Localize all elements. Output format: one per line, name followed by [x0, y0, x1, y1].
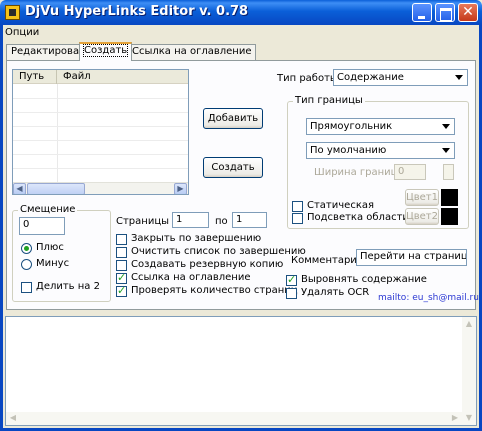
remove-ocr-label: Удалять OCR — [301, 287, 370, 298]
output-textarea[interactable]: ▲ ▼ ◀ ▶ — [5, 316, 477, 426]
pages-from-field[interactable]: 1 — [172, 212, 209, 228]
border-width-label: Ширина границы — [314, 167, 406, 178]
backup-label: Создавать резервную копию — [131, 259, 284, 270]
pages-from-label: Страницы с — [116, 216, 178, 227]
border-type-title: Тип границы — [293, 95, 365, 106]
list-header: Путь Файл — [13, 70, 188, 84]
scroll-right-icon[interactable]: ▶ — [450, 413, 460, 423]
app-icon — [5, 5, 20, 20]
comment-label: Комментарий — [291, 255, 364, 266]
static-checkbox[interactable] — [292, 201, 303, 212]
scroll-left-icon[interactable]: ◀ — [8, 413, 18, 423]
column-path[interactable]: Путь — [13, 70, 57, 84]
color1-button[interactable]: Цвет1 — [405, 189, 439, 206]
output-vertical-scrollbar[interactable]: ▲ ▼ — [462, 317, 476, 425]
links-list[interactable]: Путь Файл ◀ ▶ — [12, 69, 189, 195]
scroll-up-icon[interactable]: ▲ — [464, 319, 474, 329]
maximize-button[interactable] — [435, 3, 455, 22]
border-width-spinner[interactable] — [443, 164, 454, 180]
color2-swatch[interactable] — [441, 208, 458, 225]
align-contents-checkbox[interactable] — [286, 273, 297, 286]
contact-email-link[interactable]: mailto: eu_sh@mail.ru — [378, 293, 479, 303]
color2-button[interactable]: Цвет2 — [405, 208, 439, 225]
menu-bar — [3, 25, 479, 39]
backup-checkbox[interactable] — [116, 260, 127, 271]
menu-options[interactable]: Опции — [5, 27, 39, 38]
comment-field[interactable]: Перейти на страницу — [356, 249, 467, 266]
close-button[interactable]: ✕ — [458, 3, 478, 22]
tab-toc-link[interactable]: Ссылка на оглавление — [127, 44, 257, 60]
check-page-count-checkbox[interactable] — [116, 284, 127, 297]
create-button[interactable]: Создать — [203, 157, 263, 178]
list-grid-line — [13, 112, 188, 113]
list-grid-line — [13, 154, 188, 155]
output-horizontal-scrollbar[interactable]: ◀ ▶ — [6, 412, 462, 425]
pages-to-label: по — [215, 216, 228, 227]
list-grid-line — [13, 140, 188, 141]
work-type-value: Содержание — [337, 72, 404, 83]
minimize-button[interactable] — [412, 3, 432, 22]
border-style-select[interactable]: По умолчанию — [306, 142, 455, 159]
list-grid-line — [13, 98, 188, 99]
work-type-select[interactable]: Содержание — [333, 69, 468, 86]
window-frame-left — [0, 25, 3, 431]
plus-radio[interactable] — [21, 243, 32, 254]
pages-to-field[interactable]: 1 — [232, 212, 267, 228]
window-title: DjVu HyperLinks Editor v. 0.78 — [25, 4, 249, 19]
border-shape-select[interactable]: Прямоугольник — [306, 118, 455, 135]
static-label: Статическая — [307, 200, 375, 211]
chevron-down-icon[interactable] — [439, 119, 454, 134]
color1-swatch[interactable] — [441, 189, 458, 206]
scroll-thumb[interactable] — [27, 183, 85, 194]
list-grid-line — [13, 126, 188, 127]
clear-list-checkbox[interactable] — [116, 247, 127, 258]
highlight-area-checkbox[interactable] — [292, 213, 303, 224]
list-horizontal-scrollbar[interactable]: ◀ ▶ — [13, 182, 188, 194]
clear-list-label: Очистить список по завершению — [131, 246, 306, 257]
scroll-down-icon[interactable]: ▼ — [464, 413, 474, 423]
chevron-down-icon[interactable] — [439, 143, 454, 158]
minus-radio[interactable] — [21, 259, 32, 270]
close-icon: ✕ — [462, 4, 474, 20]
border-shape-value: Прямоугольник — [310, 121, 393, 132]
close-on-finish-checkbox[interactable] — [116, 234, 127, 245]
offset-field[interactable]: 0 — [19, 217, 65, 235]
close-on-finish-label: Закрыть по завершению — [131, 233, 262, 244]
scroll-left-icon[interactable]: ◀ — [13, 183, 26, 194]
toc-link-checkbox[interactable] — [116, 271, 127, 284]
plus-label: Плюс — [36, 242, 64, 253]
divide-by-two-label: Делить на 2 — [36, 281, 100, 292]
check-page-count-label: Проверять количество страниц — [131, 285, 298, 296]
highlight-area-label: Подсветка области — [307, 212, 409, 223]
tab-create-label: Создать — [82, 44, 129, 57]
remove-ocr-checkbox[interactable] — [286, 288, 297, 299]
add-button[interactable]: Добавить — [203, 108, 263, 129]
divide-by-two-checkbox[interactable] — [21, 282, 32, 293]
border-width-field[interactable]: 0 — [394, 164, 426, 180]
tab-create[interactable]: Создать — [79, 42, 133, 61]
work-type-label: Тип работы — [277, 73, 338, 84]
offset-title: Смещение — [18, 204, 78, 215]
align-contents-label: Выровнять содержание — [301, 274, 427, 285]
toc-link-label: Ссылка на оглавление — [131, 272, 251, 283]
scroll-right-icon[interactable]: ▶ — [174, 183, 187, 194]
column-file[interactable]: Файл — [57, 70, 188, 84]
minus-label: Минус — [36, 258, 70, 269]
chevron-down-icon[interactable] — [452, 70, 467, 85]
list-grid-line — [13, 168, 188, 169]
border-style-value: По умолчанию — [310, 145, 387, 156]
